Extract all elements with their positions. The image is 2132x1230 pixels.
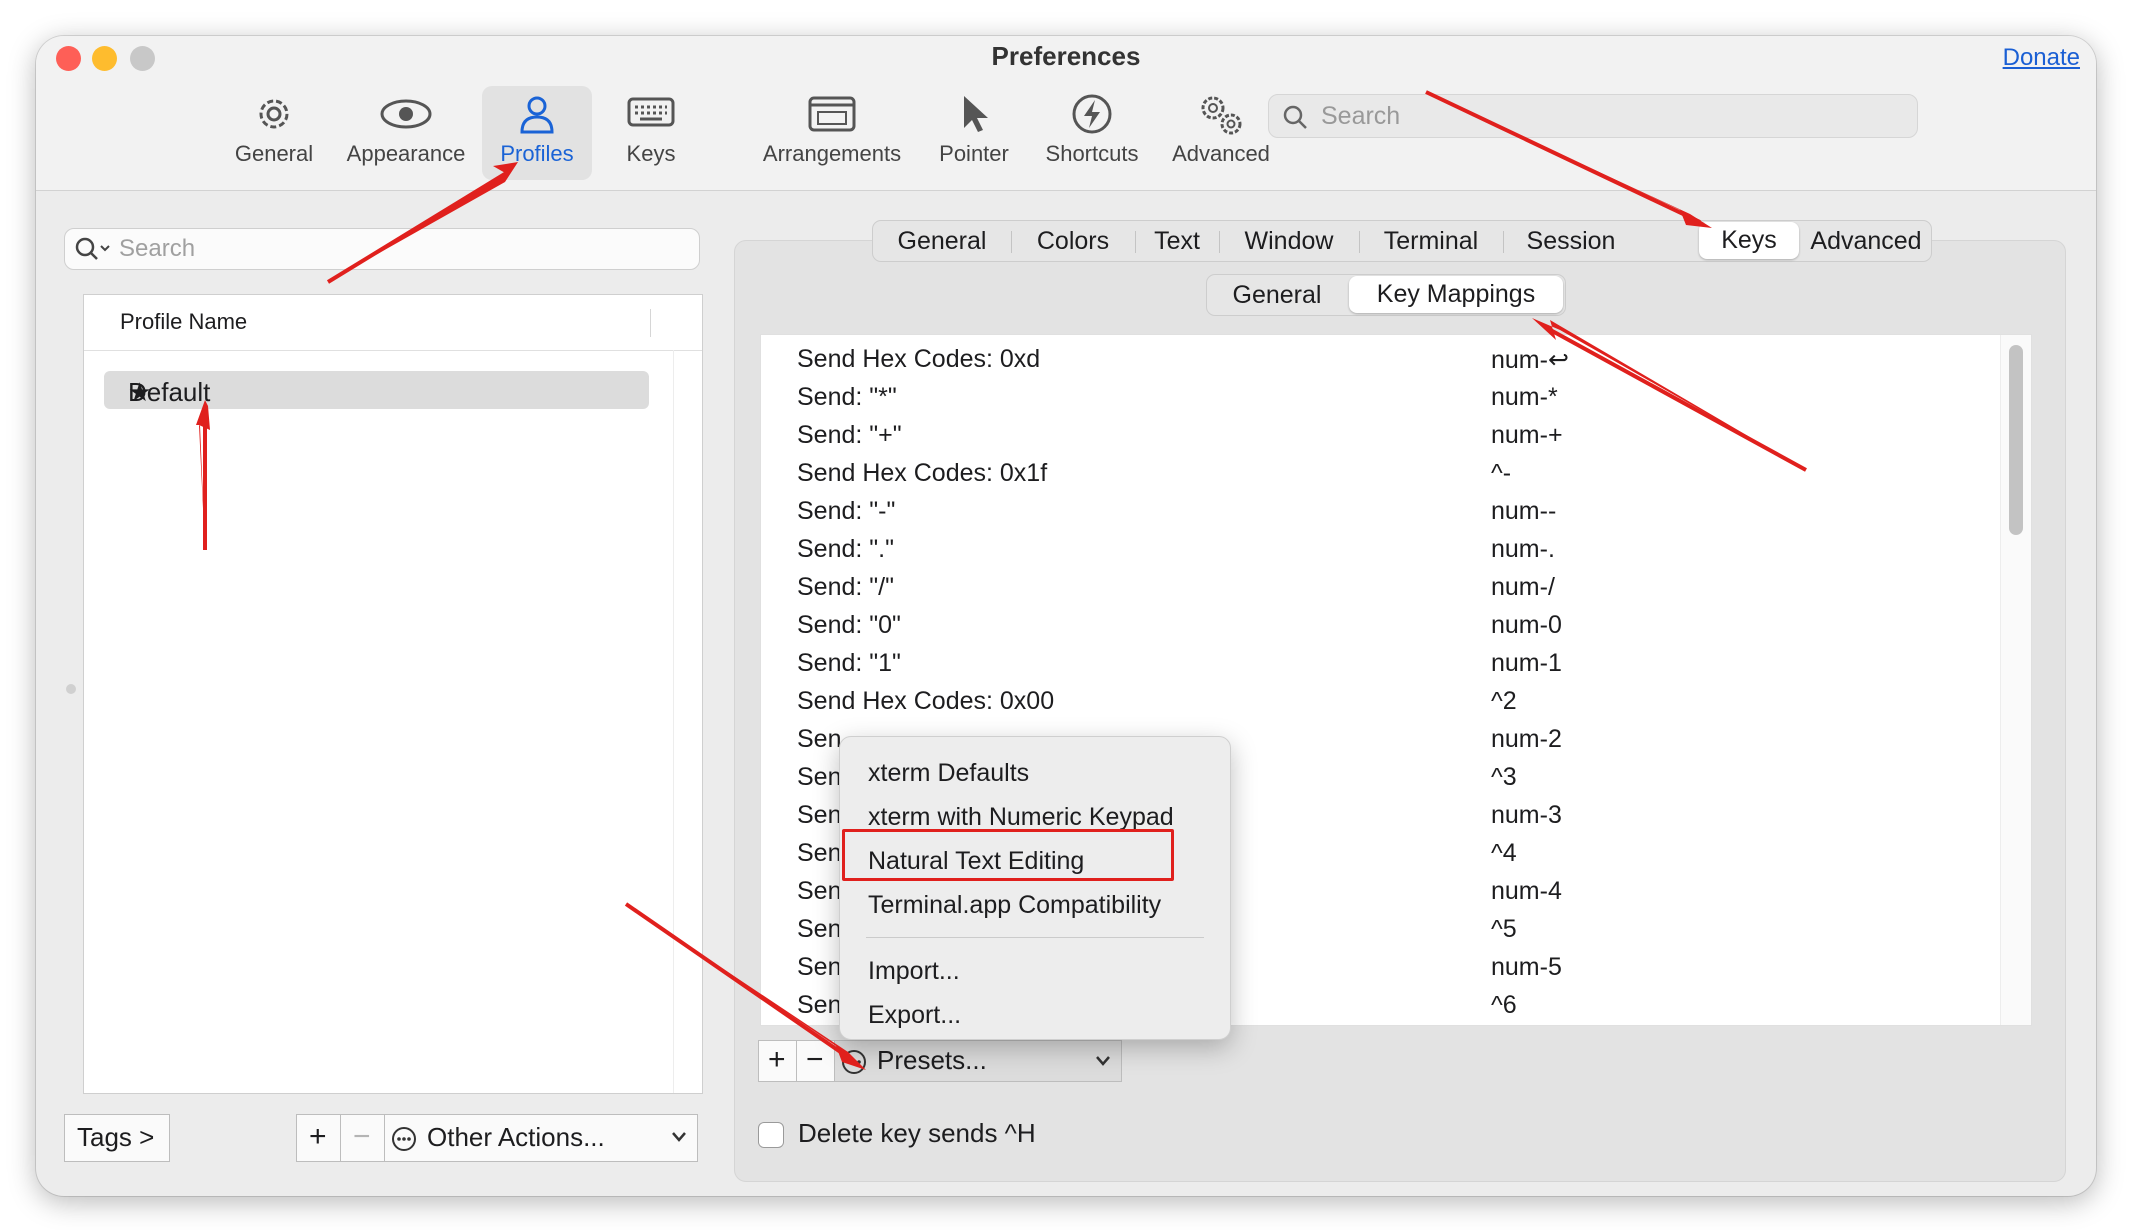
annotation-arrows <box>196 90 1807 1070</box>
